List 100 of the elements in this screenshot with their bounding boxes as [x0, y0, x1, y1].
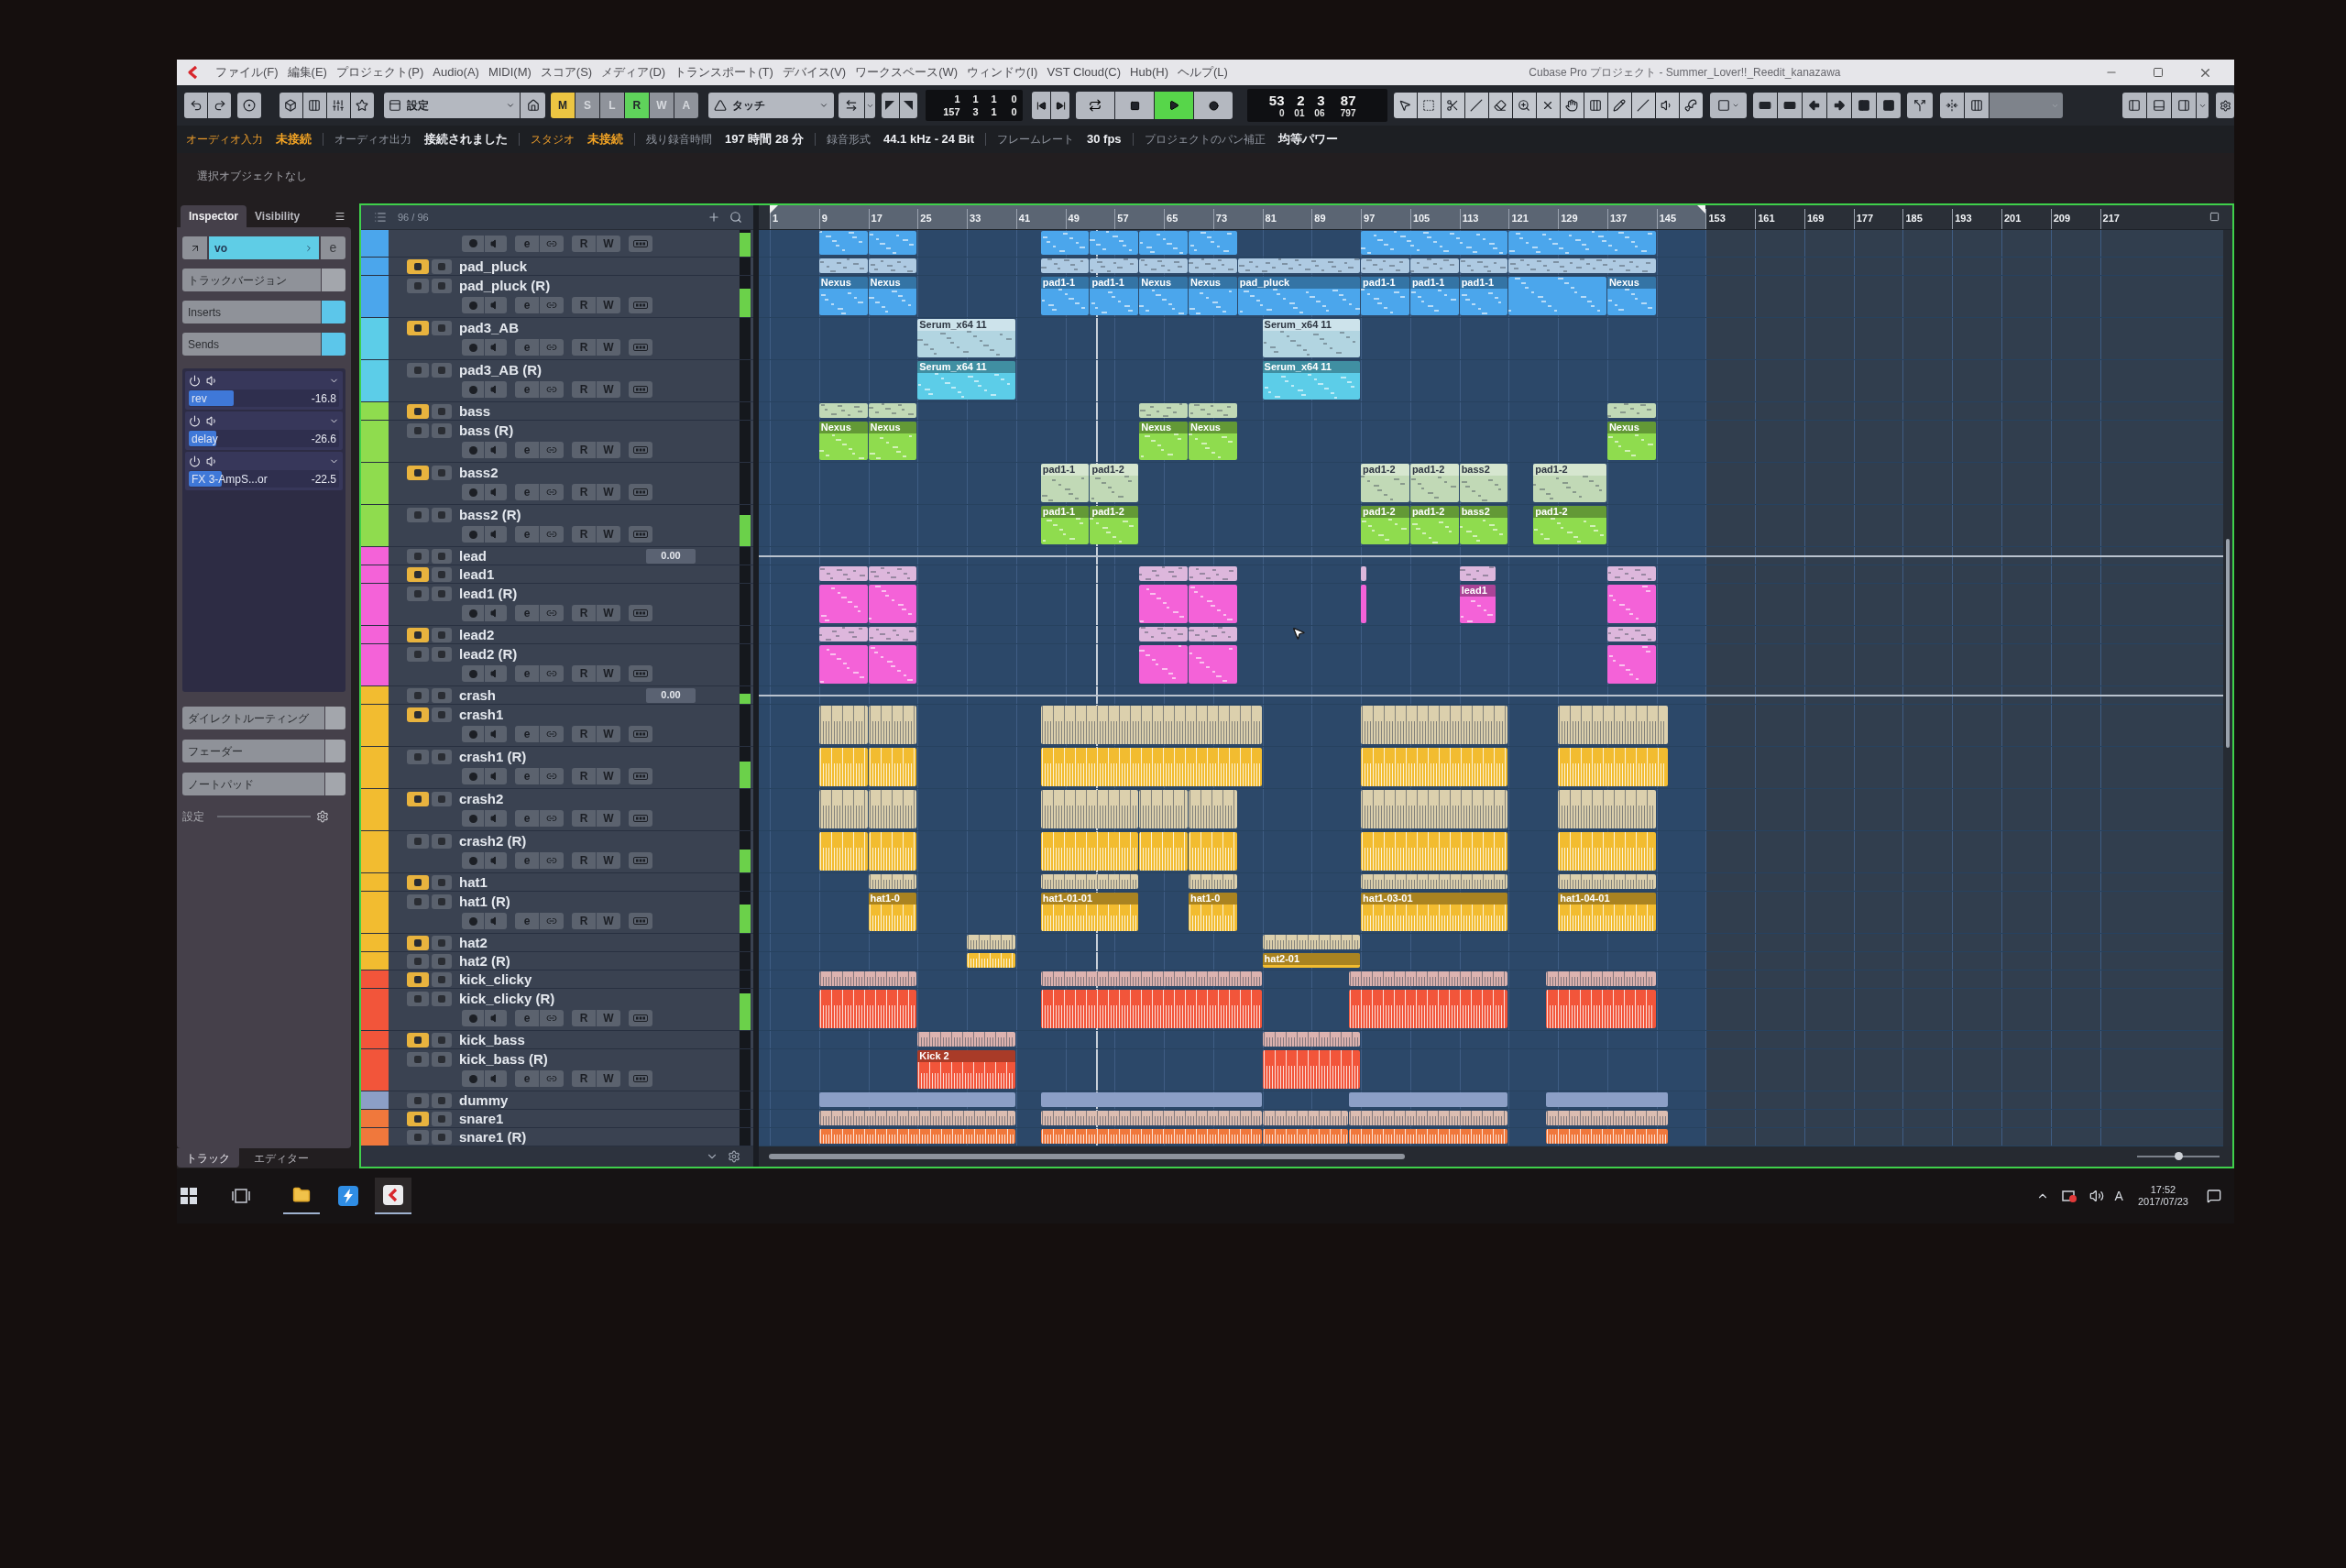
clip[interactable]: Nexus: [868, 422, 917, 460]
preset-dropdown[interactable]: 設定: [383, 93, 521, 118]
quantize-button[interactable]: [1940, 93, 1965, 118]
tool-button[interactable]: [1584, 93, 1607, 118]
clip[interactable]: [818, 706, 868, 744]
clip[interactable]: [1558, 706, 1669, 744]
menu-item[interactable]: MIDI(M): [488, 65, 532, 80]
notification-icon[interactable]: [2207, 1189, 2221, 1203]
read-button[interactable]: R: [572, 605, 596, 621]
write-button[interactable]: W: [597, 1010, 620, 1026]
tool-button[interactable]: [1536, 93, 1560, 118]
clip[interactable]: [1558, 832, 1656, 871]
monitor-button[interactable]: [485, 297, 507, 313]
lanes-button[interactable]: [629, 768, 652, 784]
track-button[interactable]: [182, 236, 207, 259]
link-button[interactable]: [540, 484, 564, 500]
edit-button[interactable]: e: [515, 913, 539, 929]
write-button[interactable]: W: [597, 726, 620, 742]
clip[interactable]: Nexus: [868, 277, 917, 315]
clip[interactable]: [1040, 231, 1090, 255]
menu-item[interactable]: 編集(E): [287, 65, 327, 80]
link-button[interactable]: [540, 665, 564, 682]
tool-button[interactable]: [1393, 93, 1417, 118]
mute-button[interactable]: [407, 707, 429, 722]
solo-button[interactable]: [432, 894, 452, 909]
link-button[interactable]: [540, 381, 564, 398]
read-button[interactable]: R: [572, 665, 596, 682]
solo-button[interactable]: [432, 647, 452, 662]
search-icon[interactable]: [729, 211, 742, 224]
clip[interactable]: Nexus: [1606, 277, 1656, 315]
clip[interactable]: [1139, 645, 1188, 684]
solo-button[interactable]: [432, 508, 452, 522]
edit-button[interactable]: e: [515, 665, 539, 682]
mute-button[interactable]: [407, 874, 429, 890]
edit-button[interactable]: e: [515, 1010, 539, 1026]
monitor-button[interactable]: [485, 665, 507, 682]
link-button[interactable]: [540, 526, 564, 543]
power-icon[interactable]: [189, 414, 201, 427]
add-icon[interactable]: [707, 211, 720, 224]
maximize-icon[interactable]: [2153, 67, 2164, 78]
clip[interactable]: pad1-1: [1459, 277, 1508, 315]
square-icon[interactable]: [2209, 212, 2220, 222]
clip[interactable]: Nexus: [818, 277, 868, 315]
write-button[interactable]: W: [597, 665, 620, 682]
clip[interactable]: [868, 748, 917, 786]
clip[interactable]: hat1-04-01: [1558, 893, 1656, 931]
tool-button[interactable]: [1441, 93, 1464, 118]
lanes-button[interactable]: [629, 1070, 652, 1087]
clip[interactable]: pad1-1: [1361, 277, 1409, 315]
write-button[interactable]: W: [597, 852, 620, 869]
clip[interactable]: [1361, 790, 1508, 828]
monitor-button[interactable]: [485, 381, 507, 398]
send-slot[interactable]: rev -16.8: [185, 371, 343, 410]
home-button[interactable]: [521, 93, 545, 118]
read-button[interactable]: R: [572, 726, 596, 742]
slider-thumb[interactable]: [2175, 1152, 2183, 1160]
redo-button[interactable]: [208, 93, 231, 118]
layout-button[interactable]: [2147, 93, 2172, 118]
link-button[interactable]: [540, 605, 564, 621]
clip[interactable]: Serum_x64 11: [1262, 361, 1361, 400]
color-button[interactable]: [1709, 93, 1747, 118]
lanes-button[interactable]: [629, 526, 652, 543]
locator-marker-icon[interactable]: [1697, 205, 1706, 214]
solo-button[interactable]: [432, 587, 452, 601]
lanes-button[interactable]: [629, 339, 652, 356]
layout-button[interactable]: [2172, 93, 2197, 118]
write-button[interactable]: W: [597, 442, 620, 458]
settings-button[interactable]: [2216, 93, 2234, 118]
clip[interactable]: [1606, 645, 1656, 684]
clip[interactable]: [818, 790, 868, 828]
solo-button[interactable]: [432, 363, 452, 378]
clip[interactable]: [1139, 585, 1188, 623]
clip[interactable]: [868, 832, 917, 871]
clip[interactable]: [1361, 748, 1508, 786]
clip[interactable]: [1188, 403, 1237, 418]
clip[interactable]: [868, 231, 917, 255]
clip[interactable]: pad_pluck: [1237, 277, 1361, 315]
monitor-button[interactable]: [485, 768, 507, 784]
clip[interactable]: Nexus: [1188, 422, 1237, 460]
panel-tab[interactable]: トラック: [177, 1148, 239, 1168]
clip[interactable]: [818, 832, 868, 871]
clip[interactable]: [1188, 627, 1237, 641]
clip[interactable]: [1188, 231, 1237, 255]
read-button[interactable]: R: [572, 297, 596, 313]
tool-button[interactable]: [1679, 93, 1703, 118]
edit-button[interactable]: e: [515, 726, 539, 742]
clip[interactable]: [1409, 258, 1459, 273]
monitor-button[interactable]: [485, 1070, 507, 1087]
clip[interactable]: [1361, 585, 1366, 623]
clip[interactable]: [1361, 832, 1508, 871]
write-button[interactable]: W: [597, 810, 620, 827]
clip[interactable]: [868, 790, 917, 828]
menu-item[interactable]: ファイル(F): [215, 65, 279, 80]
clip[interactable]: [1040, 1111, 1262, 1125]
lanes-button[interactable]: [629, 381, 652, 398]
clip[interactable]: Serum_x64 11: [917, 361, 1015, 400]
nudge-button[interactable]: [1851, 93, 1876, 118]
clip[interactable]: Nexus: [1188, 277, 1237, 315]
nudge-button[interactable]: [1826, 93, 1851, 118]
section-header[interactable]: Sends: [182, 333, 321, 356]
